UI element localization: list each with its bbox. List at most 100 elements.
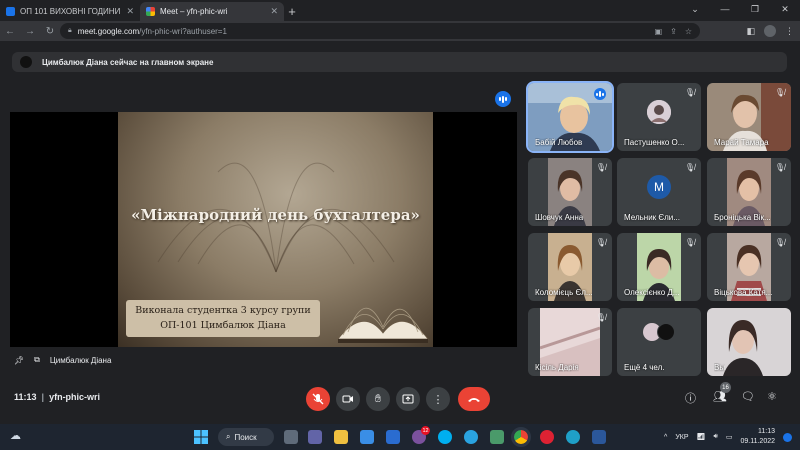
close-icon[interactable]: ✕	[126, 6, 134, 17]
teams-icon[interactable]	[308, 430, 322, 444]
lock-icon[interactable]: 🔒︎	[68, 27, 72, 35]
pin-icon[interactable]: 📌︎	[14, 356, 24, 365]
participant-tile-more[interactable]: Ещё 4 чел.	[617, 308, 701, 376]
search-label: Поиск	[234, 432, 257, 442]
mic-toggle-button[interactable]	[306, 387, 330, 411]
edge-icon[interactable]	[566, 430, 580, 444]
avatar	[647, 100, 671, 124]
tab-title: ОП 101 ВИХОВНІ ГОДИНИ	[20, 7, 121, 16]
address-path: /yfn-phic-wri?authuser=1	[139, 26, 227, 36]
participant-name: Марай Тамара	[714, 138, 769, 147]
participant-name: Вы	[714, 363, 726, 372]
tab-search-icon[interactable]: ⌄	[680, 0, 710, 18]
close-window-icon[interactable]: ✕	[770, 0, 800, 18]
file-explorer-icon[interactable]	[334, 430, 348, 444]
self-tile[interactable]: Вы	[707, 308, 791, 376]
maximize-icon[interactable]: ❐	[740, 0, 770, 18]
participant-tile[interactable]: 🎙︎̸ Віцькова Катя...	[707, 233, 791, 301]
participant-tile[interactable]: 🎙︎̸ Пастушенко О...	[617, 83, 701, 151]
profile-avatar[interactable]	[764, 25, 776, 37]
taskbar-search-button[interactable]: ⌕ Поиск	[218, 428, 274, 446]
mic-off-icon: 🎙︎̸	[595, 313, 606, 322]
mic-off-icon: 🎙︎̸	[774, 88, 785, 97]
fullscreen-icon[interactable]: ⧉	[34, 355, 40, 365]
slide-subtitle-line: ОП-101 Цимбалюк Діана	[160, 320, 286, 331]
hand-icon: ✋︎	[374, 392, 382, 405]
battery-icon[interactable]: ▭	[726, 433, 733, 441]
reload-icon[interactable]: ↻	[40, 26, 60, 37]
address-bar[interactable]: 🔒︎ meet.google.com /yfn-phic-wri?authuse…	[60, 23, 700, 39]
taskbar-date: 09.11.2022	[740, 438, 775, 445]
camera-toggle-button[interactable]	[336, 387, 360, 411]
participant-name: Пастушенко О...	[624, 138, 685, 147]
wifi-icon[interactable]: 📶︎	[697, 433, 706, 441]
show-hidden-icons-icon[interactable]: ^	[664, 434, 667, 441]
meeting-code: yfn-phic-wri	[49, 392, 101, 402]
notification-center-icon[interactable]	[783, 432, 792, 442]
tab-op101[interactable]: ОП 101 ВИХОВНІ ГОДИНИ ✕	[0, 2, 140, 21]
forward-icon[interactable]: →	[20, 26, 40, 37]
task-view-icon[interactable]	[284, 430, 298, 444]
hang-up-icon	[468, 398, 480, 402]
participant-tile[interactable]: 🎙︎̸ Броніцька Вік...	[707, 158, 791, 226]
participant-tile[interactable]: 🎙︎̸ Олексієнко Д...	[617, 233, 701, 301]
participant-tile[interactable]: Бабій Любов	[526, 81, 614, 153]
participant-name: Бабій Любов	[535, 138, 583, 147]
activities-icon[interactable]: ⚛︎	[767, 390, 777, 403]
mic-off-icon: 🎙︎̸	[684, 88, 695, 97]
close-icon[interactable]: ✕	[270, 6, 278, 17]
skype-icon[interactable]	[438, 430, 452, 444]
windows-taskbar: ☁︎ ⌕ Поиск 12 ^ УКР 📶︎ 🔊︎ ▭ 11:13 09.11.…	[0, 424, 800, 450]
meeting-details-icon[interactable]: ⓘ	[685, 390, 696, 406]
participant-tile[interactable]: 🎙︎̸ Коломієць Єл...	[528, 233, 612, 301]
menu-icon[interactable]: ⋮	[785, 26, 794, 37]
presentation-stage[interactable]: «Міжнародний день бухгалтера» Виконала с…	[10, 112, 517, 347]
chat-icon[interactable]: 🗨︎	[741, 390, 755, 403]
lang-indicator[interactable]: УКР	[675, 434, 688, 441]
leave-call-button[interactable]	[458, 387, 490, 411]
tab-title: Meet – yfn-phic-wri	[160, 7, 228, 16]
chrome-icon[interactable]	[511, 427, 531, 447]
meeting-info: 11:13 | yfn-phic-wri	[14, 392, 101, 402]
classroom-favicon-icon	[6, 7, 15, 16]
volume-icon[interactable]: 🔊︎	[713, 433, 717, 441]
mail-icon[interactable]	[386, 430, 400, 444]
taskbar-clock[interactable]: 11:13 09.11.2022	[740, 427, 775, 447]
mic-off-icon	[312, 393, 324, 405]
windows-start-icon[interactable]	[194, 430, 208, 444]
present-now-button[interactable]	[396, 387, 420, 411]
back-icon[interactable]: ←	[0, 26, 20, 37]
more-options-button[interactable]: ⋮	[426, 387, 450, 411]
taskbar-time: 11:13	[758, 428, 775, 435]
photos-icon[interactable]	[490, 430, 504, 444]
meet-favicon-icon	[146, 7, 155, 16]
side-panel-icon[interactable]: ◧	[746, 26, 755, 37]
participant-tile[interactable]: 🎙︎̸ Кісіль Дарія	[528, 308, 612, 376]
recorder-icon[interactable]	[540, 430, 554, 444]
bookmark-star-icon[interactable]: ☆	[685, 27, 692, 36]
presenter-bar: 📌︎ ⧉ Цимбалюк Діана	[14, 355, 111, 365]
mic-off-icon: 🎙︎̸	[684, 163, 695, 172]
camera-in-use-icon[interactable]: ▣	[655, 27, 663, 36]
slide-subtitle-line: Виконала студентка 3 курсу групи	[135, 305, 311, 316]
tab-strip: ОП 101 ВИХОВНІ ГОДИНИ ✕ Meet – yfn-phic-…	[0, 0, 800, 21]
minimize-icon[interactable]: —	[710, 0, 740, 18]
new-tab-button[interactable]: +	[284, 2, 300, 21]
tab-meet[interactable]: Meet – yfn-phic-wri ✕	[140, 2, 284, 21]
people-count-badge: 16	[720, 382, 731, 393]
share-icon[interactable]: ⇪	[670, 27, 677, 36]
participant-tile[interactable]: 🎙︎̸ Шовчук Анна	[528, 158, 612, 226]
mic-off-icon: 🎙︎̸	[595, 163, 606, 172]
weather-icon[interactable]: ☁︎	[10, 429, 21, 442]
participant-tile[interactable]: M 🎙︎̸ Мельник Єли...	[617, 158, 701, 226]
participant-tile[interactable]: 🎙︎̸ Марай Тамара	[707, 83, 791, 151]
slide-subtitle-box: Виконала студентка 3 курсу групи ОП-101 …	[126, 300, 320, 337]
participant-name: Олексієнко Д...	[624, 288, 680, 297]
store-icon[interactable]	[360, 430, 374, 444]
mic-off-icon: 🎙︎̸	[774, 163, 785, 172]
raise-hand-button[interactable]: ✋︎	[366, 387, 390, 411]
telegram-icon[interactable]	[464, 430, 478, 444]
word-icon[interactable]	[592, 430, 606, 444]
book-illustration-icon	[337, 307, 429, 343]
present-icon	[402, 394, 414, 404]
